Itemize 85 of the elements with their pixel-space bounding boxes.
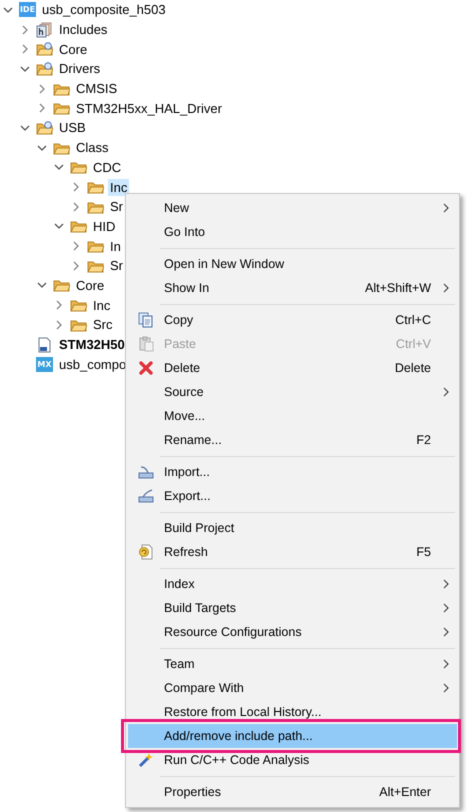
menu-item[interactable]: Build Targets (128, 596, 457, 620)
menu-label: Build Project (164, 521, 234, 535)
menu-item[interactable]: Team (128, 652, 457, 676)
menu-item[interactable]: Properties Alt+Enter (128, 780, 457, 804)
menu-label: Open in New Window (164, 257, 284, 271)
shortcut-text: F2 (416, 433, 432, 447)
tree-item[interactable]: Src (91, 316, 114, 334)
menu-item[interactable]: Show In Alt+Shift+W (128, 276, 457, 300)
menu-label: Export... (164, 489, 211, 503)
tree-item[interactable]: CDC (91, 158, 124, 176)
menu-label: Rename... (164, 433, 222, 447)
menu-label: Add/remove include path... (164, 729, 313, 743)
menu-label: New (164, 201, 190, 215)
menu-item[interactable]: Restore from Local History... (128, 700, 457, 724)
tree-item[interactable]: Includes (57, 21, 110, 38)
menu-item[interactable]: Build Project (128, 516, 457, 540)
tree-item[interactable]: usb_compo (57, 356, 128, 373)
menu-label: Run C/C++ Code Analysis (164, 753, 310, 767)
shortcut-text: Alt+Shift+W (365, 281, 432, 295)
menu-item[interactable]: Move... (128, 404, 457, 428)
menu-label: Team (164, 657, 195, 671)
menu-item[interactable]: Import... (128, 460, 457, 484)
tree-item[interactable]: Inc (91, 296, 112, 314)
menu-label: Paste (164, 337, 196, 351)
export-icon (138, 488, 154, 504)
menu-label: Resource Configurations (164, 625, 302, 639)
shortcut-text: Ctrl+C (395, 313, 432, 327)
source-folder-icon (36, 41, 53, 58)
menu-label: Restore from Local History... (164, 705, 322, 719)
shortcut-text: Ctrl+V (396, 337, 432, 351)
menu-item[interactable]: Run C/C++ Code Analysis (128, 748, 457, 772)
menu-label: Delete (164, 361, 200, 375)
wand-icon (138, 752, 154, 768)
menu-label: Move... (164, 409, 205, 423)
tree-item[interactable]: HID (91, 218, 118, 235)
menu-item[interactable]: Open in New Window (128, 252, 457, 276)
menu-item[interactable]: Refresh F5 (128, 540, 457, 564)
tree-item[interactable]: STM32H50 (57, 336, 127, 354)
tree-item[interactable]: Sr (108, 198, 125, 216)
menu-item[interactable]: Resource Configurations (128, 620, 457, 644)
menu-label: Build Targets (164, 601, 236, 615)
linker-file-icon (36, 336, 53, 353)
menu-item[interactable]: Compare With (128, 676, 457, 700)
copy-icon (138, 312, 154, 328)
mx-file-icon: MX (36, 356, 53, 372)
menu-label: Index (164, 577, 195, 591)
shortcut-text: F5 (416, 545, 432, 559)
menu-item[interactable]: Delete Delete (128, 356, 457, 380)
refresh-icon (138, 544, 154, 560)
menu-label: Source (164, 385, 204, 399)
project-icon: IDE (19, 2, 36, 18)
menu-label: Import... (164, 465, 210, 479)
tree-item[interactable]: Drivers (57, 60, 102, 78)
menu-label: Compare With (164, 681, 244, 695)
menu-item[interactable]: Export... (128, 484, 457, 508)
menu-label: Properties (164, 785, 221, 799)
menu-label: Go Into (164, 225, 205, 239)
tree-item[interactable]: Inc (108, 178, 130, 196)
tree-item[interactable]: STM32H5xx_HAL_Driver (74, 100, 224, 117)
tree-item[interactable]: In (108, 238, 123, 255)
tree-item[interactable]: Class (74, 139, 111, 156)
shortcut-text: Alt+Enter (379, 785, 432, 799)
menu-item[interactable]: Copy Ctrl+C (128, 308, 457, 332)
tree-item[interactable]: Core (57, 40, 90, 58)
tree-item[interactable]: USB (57, 119, 88, 136)
menu-label: Copy (164, 313, 194, 327)
menu-item[interactable]: Rename... F2 (128, 428, 457, 452)
menu-label: Show In (164, 281, 210, 295)
tree-item[interactable]: Core (74, 276, 106, 294)
menu-item[interactable]: Add/remove include path... (128, 724, 457, 748)
import-icon (138, 464, 154, 480)
menu-label: Refresh (164, 545, 208, 559)
paste-icon (138, 336, 154, 352)
includes-icon (36, 22, 53, 38)
tree-item[interactable]: Sr (108, 257, 125, 274)
menu-item[interactable]: Source (128, 380, 457, 404)
menu-item[interactable]: New (128, 196, 457, 220)
source-folder-icon (36, 60, 53, 77)
tree-item[interactable]: CMSIS (74, 80, 120, 98)
delete-icon (138, 360, 154, 376)
menu-item[interactable]: Go Into (128, 220, 457, 244)
shortcut-text: Delete (394, 361, 432, 375)
menu-item[interactable]: Index (128, 572, 457, 596)
tree-item[interactable]: usb_composite_h503 (40, 1, 168, 18)
source-folder-icon (36, 120, 53, 136)
